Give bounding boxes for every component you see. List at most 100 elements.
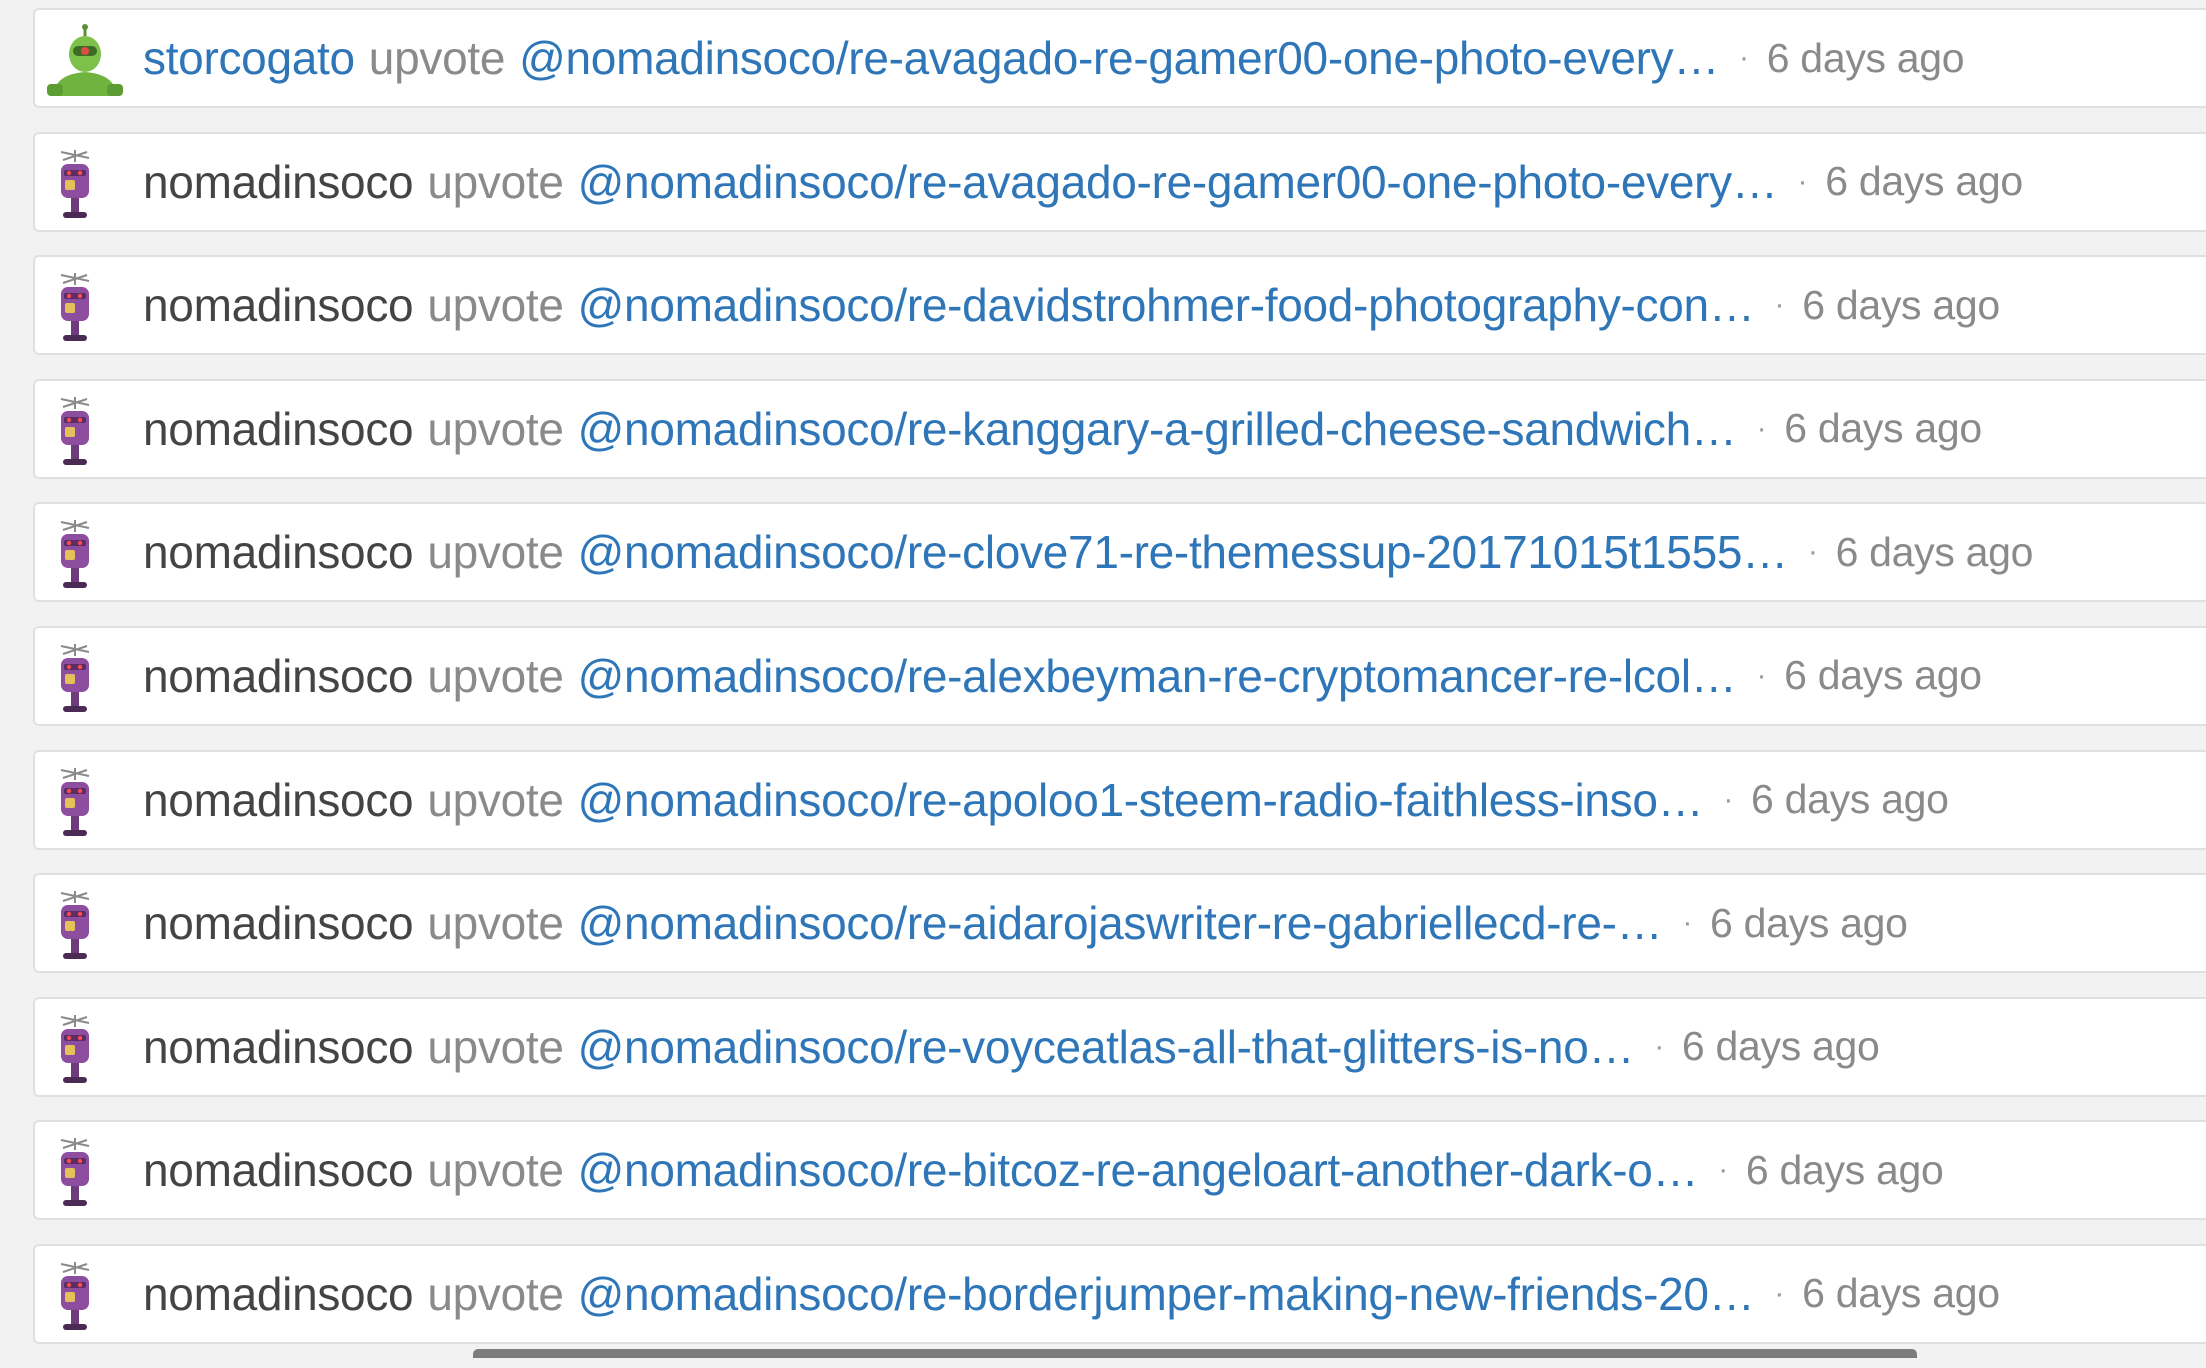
timestamp: 6 days ago <box>1784 652 1982 699</box>
username-link[interactable]: nomadinsoco <box>143 1267 414 1321</box>
post-permlink-link[interactable]: @nomadinsoco/re-borderjumper-making-new-… <box>578 1267 1755 1321</box>
feed-item-text: nomadinsoco upvote @nomadinsoco/re-kangg… <box>143 381 1982 477</box>
feed-item-text: nomadinsoco upvote @nomadinsoco/re-voyce… <box>143 999 1880 1095</box>
action-label: upvote <box>427 897 564 950</box>
purple-robot-avatar-icon[interactable] <box>45 889 133 963</box>
separator-dot: · <box>1723 782 1734 816</box>
action-label: upvote <box>427 526 564 579</box>
feed-item: nomadinsoco upvote @nomadinsoco/re-kangg… <box>33 378 2206 479</box>
timestamp: 6 days ago <box>1751 776 1949 823</box>
feed-item-text: nomadinsoco upvote @nomadinsoco/re-bitco… <box>143 1122 1944 1218</box>
feed-item: nomadinsoco upvote @nomadinsoco/re-apolo… <box>33 749 2206 850</box>
timestamp: 6 days ago <box>1802 1270 2000 1317</box>
feed-item: nomadinsoco upvote @nomadinsoco/re-voyce… <box>33 996 2206 1097</box>
timestamp: 6 days ago <box>1681 1023 1880 1070</box>
purple-robot-avatar-icon[interactable] <box>45 395 133 469</box>
username-link[interactable]: nomadinsoco <box>143 649 414 703</box>
purple-robot-avatar-icon <box>60 767 90 836</box>
action-label: upvote <box>427 155 564 208</box>
timestamp: 6 days ago <box>1766 34 1965 81</box>
feed-item: nomadinsoco upvote @nomadinsoco/re-avaga… <box>33 131 2206 232</box>
feed-item-text: nomadinsoco upvote @nomadinsoco/re-aidar… <box>143 875 1908 971</box>
horizontal-scrollbar[interactable] <box>473 1349 1917 1358</box>
action-label: upvote <box>427 649 564 702</box>
username-link[interactable]: nomadinsoco <box>143 1143 414 1197</box>
purple-robot-avatar-icon[interactable] <box>45 1013 133 1087</box>
separator-dot: · <box>1774 288 1785 322</box>
username-link[interactable]: nomadinsoco <box>143 155 414 209</box>
post-permlink-link[interactable]: @nomadinsoco/re-voyceatlas-all-that-glit… <box>578 1020 1635 1074</box>
username-link[interactable]: nomadinsoco <box>143 402 414 456</box>
post-permlink-link[interactable]: @nomadinsoco/re-kanggary-a-grilled-chees… <box>578 402 1737 456</box>
purple-robot-avatar-icon[interactable] <box>45 1136 133 1210</box>
purple-robot-avatar-icon <box>60 643 90 712</box>
post-permlink-link[interactable]: @nomadinsoco/re-bitcoz-re-angeloart-anot… <box>578 1143 1699 1197</box>
username-link[interactable]: nomadinsoco <box>143 773 414 827</box>
post-permlink-link[interactable]: @nomadinsoco/re-avagado-re-gamer00-one-p… <box>578 155 1778 209</box>
action-label: upvote <box>427 773 564 826</box>
separator-dot: · <box>1718 1153 1728 1187</box>
action-label: upvote <box>427 279 564 332</box>
feed-item: nomadinsoco upvote @nomadinsoco/re-david… <box>33 255 2206 356</box>
username-link[interactable]: nomadinsoco <box>143 896 414 950</box>
separator-dot: · <box>1739 41 1749 74</box>
timestamp: 6 days ago <box>1825 158 2023 205</box>
separator-dot: · <box>1654 1029 1664 1063</box>
feed-item-text: nomadinsoco upvote @nomadinsoco/re-alexb… <box>143 628 1982 724</box>
purple-robot-avatar-icon <box>60 1138 90 1207</box>
username-link[interactable]: storcogato <box>143 31 355 85</box>
purple-robot-avatar-icon <box>60 891 90 960</box>
feed-item-text: nomadinsoco upvote @nomadinsoco/re-apolo… <box>143 752 1949 848</box>
action-label: upvote <box>427 1020 564 1073</box>
purple-robot-avatar-icon[interactable] <box>45 642 133 716</box>
post-permlink-link[interactable]: @nomadinsoco/re-clove71-re-themessup-201… <box>578 525 1789 579</box>
purple-robot-avatar-icon[interactable] <box>45 271 133 345</box>
green-robot-avatar-icon[interactable] <box>45 24 133 98</box>
purple-robot-avatar-icon <box>60 1261 90 1330</box>
timestamp: 6 days ago <box>1802 281 2000 328</box>
purple-robot-avatar-icon <box>60 149 90 218</box>
post-permlink-link[interactable]: @nomadinsoco/re-avagado-re-gamer00-one-p… <box>519 31 1719 85</box>
feed-item: nomadinsoco upvote @nomadinsoco/re-borde… <box>33 1243 2206 1344</box>
timestamp: 6 days ago <box>1745 1146 1944 1193</box>
separator-dot: · <box>1797 164 1808 198</box>
timestamp: 6 days ago <box>1784 405 1982 452</box>
purple-robot-avatar-icon[interactable] <box>45 1260 133 1334</box>
purple-robot-avatar-icon[interactable] <box>45 766 133 840</box>
post-permlink-link[interactable]: @nomadinsoco/re-davidstrohmer-food-photo… <box>578 278 1755 332</box>
feed-item: nomadinsoco upvote @nomadinsoco/re-alexb… <box>33 625 2206 726</box>
username-link[interactable]: nomadinsoco <box>143 1020 414 1074</box>
green-robot-avatar-icon <box>47 24 123 96</box>
separator-dot: · <box>1682 906 1693 940</box>
post-permlink-link[interactable]: @nomadinsoco/re-apoloo1-steem-radio-fait… <box>578 773 1704 827</box>
action-label: upvote <box>427 1267 564 1320</box>
separator-dot: · <box>1756 658 1767 692</box>
feed-item: storcogato upvote @nomadinsoco/re-avagad… <box>33 8 2206 108</box>
purple-robot-avatar-icon <box>60 1014 90 1083</box>
feed-item-text: nomadinsoco upvote @nomadinsoco/re-borde… <box>143 1246 2000 1342</box>
post-permlink-link[interactable]: @nomadinsoco/re-alexbeyman-re-cryptomanc… <box>578 649 1737 703</box>
action-label: upvote <box>427 1144 564 1197</box>
feed-item: nomadinsoco upvote @nomadinsoco/re-bitco… <box>33 1120 2206 1221</box>
username-link[interactable]: nomadinsoco <box>143 525 414 579</box>
purple-robot-avatar-icon <box>60 520 90 589</box>
action-label: upvote <box>427 402 564 455</box>
feed-item-text: nomadinsoco upvote @nomadinsoco/re-clove… <box>143 504 2033 600</box>
timestamp: 6 days ago <box>1710 899 1908 946</box>
purple-robot-avatar-icon[interactable] <box>45 148 133 222</box>
purple-robot-avatar-icon <box>60 396 90 465</box>
feed-item-text: nomadinsoco upvote @nomadinsoco/re-avaga… <box>143 134 2023 230</box>
username-link[interactable]: nomadinsoco <box>143 278 414 332</box>
feed-item-text: storcogato upvote @nomadinsoco/re-avagad… <box>143 10 1965 106</box>
separator-dot: · <box>1756 411 1767 445</box>
separator-dot: · <box>1774 1276 1785 1310</box>
feed-item: nomadinsoco upvote @nomadinsoco/re-clove… <box>33 502 2206 603</box>
purple-robot-avatar-icon[interactable] <box>45 518 133 592</box>
post-permlink-link[interactable]: @nomadinsoco/re-aidarojaswriter-re-gabri… <box>578 896 1663 950</box>
separator-dot: · <box>1807 535 1818 569</box>
feed-item: nomadinsoco upvote @nomadinsoco/re-aidar… <box>33 873 2206 974</box>
feed-item-text: nomadinsoco upvote @nomadinsoco/re-david… <box>143 257 2000 353</box>
activity-feed: storcogato upvote @nomadinsoco/re-avagad… <box>33 8 2206 1368</box>
action-label: upvote <box>368 32 506 84</box>
purple-robot-avatar-icon <box>60 273 90 342</box>
